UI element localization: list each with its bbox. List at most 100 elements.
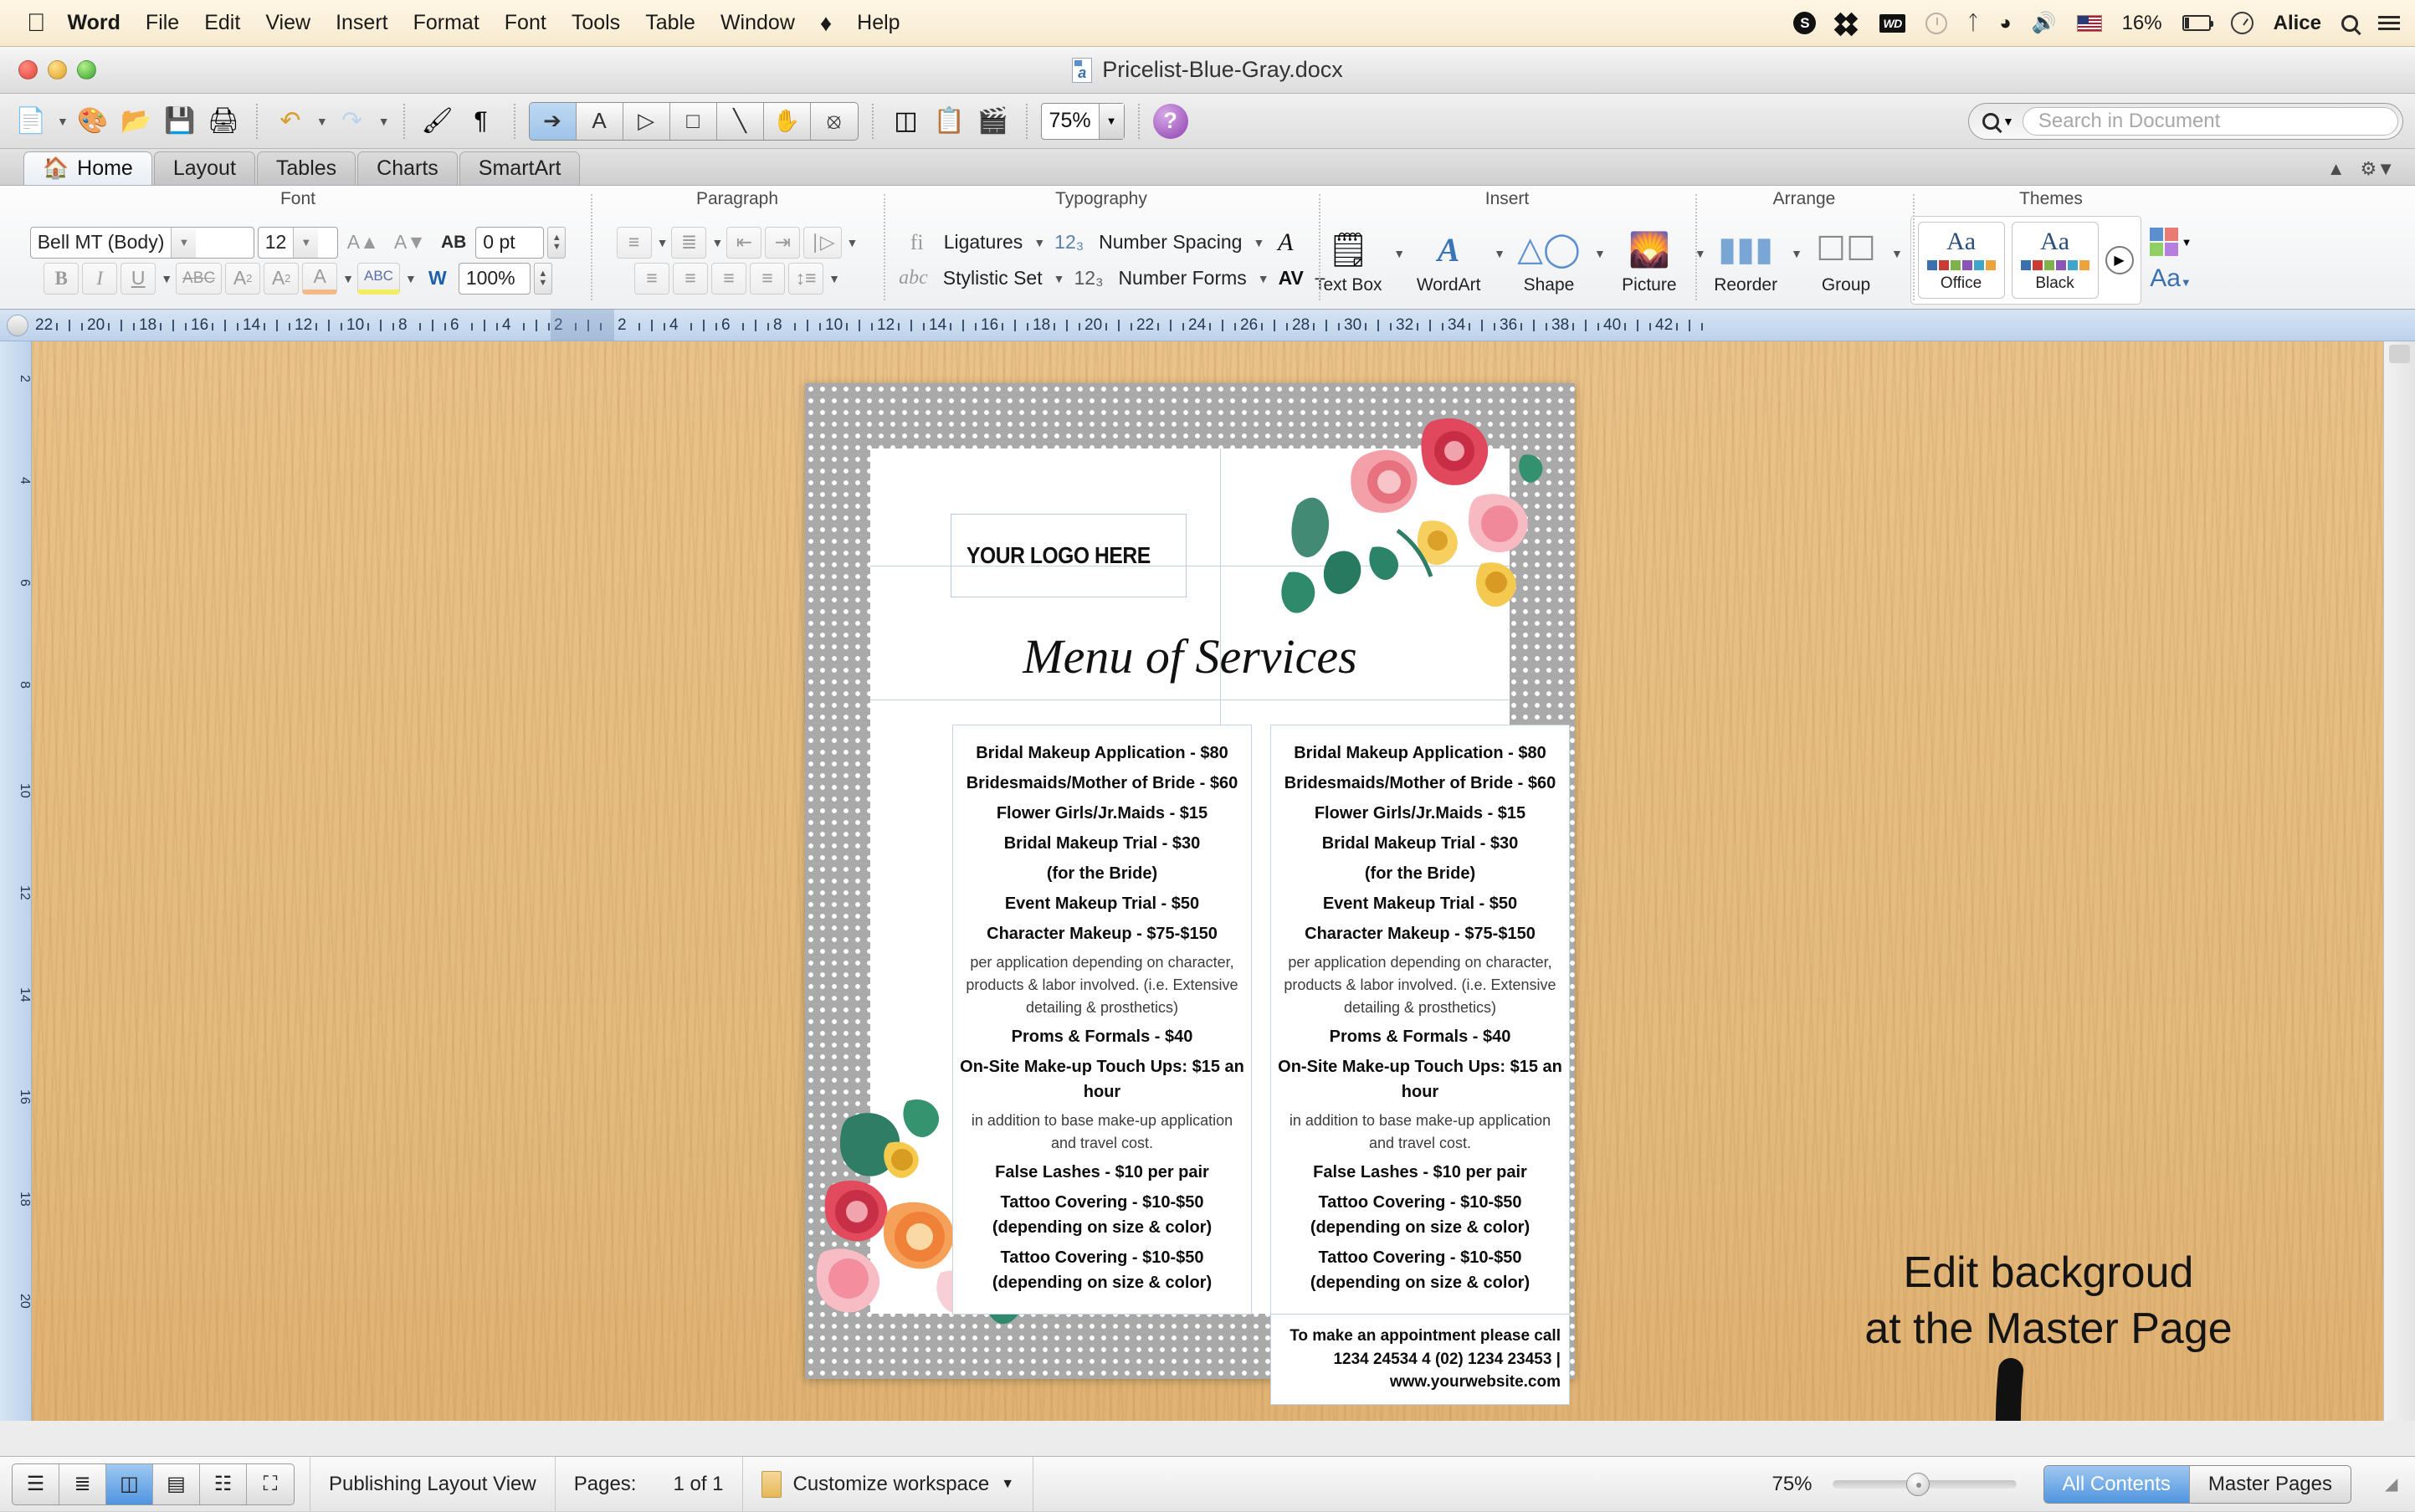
toolbox-icon[interactable]: 📋	[931, 102, 969, 141]
reorder-button[interactable]: ▮▮▮ Reorder	[1705, 225, 1786, 295]
zoom-slider[interactable]	[1832, 1472, 2017, 1496]
horizontal-scale-stepper[interactable]: ▲ ▼	[533, 262, 552, 295]
font-size-dropdown-icon[interactable]: ▼	[293, 227, 319, 258]
customize-workspace-cell[interactable]: Customize workspace ▼	[743, 1456, 1034, 1512]
reorder-dropdown-icon[interactable]: ▼	[1791, 247, 1802, 260]
document-canvas[interactable]: YOUR LOGO HERE Menu of Services Bridal M…	[32, 341, 2383, 1421]
redo-dropdown-icon[interactable]: ▼	[378, 115, 390, 128]
undo-icon[interactable]: ↶	[271, 102, 310, 141]
time-machine-icon[interactable]	[2230, 12, 2253, 34]
tab-home[interactable]: 🏠 Home	[23, 151, 152, 185]
text-direction-dropdown-icon[interactable]: ▼	[847, 236, 859, 249]
zoom-level-field[interactable]: 75% ▼	[1040, 102, 1125, 140]
shape-tool-icon[interactable]: □	[670, 102, 717, 140]
menu-item-table[interactable]: Table	[645, 11, 695, 35]
all-contents-button[interactable]: All Contents	[2043, 1465, 2190, 1503]
appointment-box[interactable]: To make an appointment please call 1234 2…	[1270, 1314, 1570, 1405]
menu-item-font[interactable]: Font	[505, 11, 546, 35]
theme-office-card[interactable]: Aa Office	[1917, 222, 2005, 299]
wifi-icon[interactable]: ◕	[1999, 13, 2012, 33]
insert-shape-button[interactable]: △◯ Shape	[1509, 225, 1589, 295]
clock-icon[interactable]	[1925, 12, 1947, 34]
superscript-button[interactable]: A2	[225, 262, 261, 295]
character-spacing-stepper[interactable]: ▲ ▼	[547, 226, 567, 259]
decrease-indent-button[interactable]: ⇤	[726, 226, 762, 259]
bullets-button[interactable]: ≡	[616, 226, 652, 259]
media-browser-icon[interactable]: 🎬	[974, 102, 1013, 141]
text-box-tool-icon[interactable]: A	[577, 102, 623, 140]
font-color-button[interactable]: A	[302, 262, 338, 295]
line-spacing-dropdown-icon[interactable]: ▼	[828, 272, 840, 285]
zoom-level-dropdown-icon[interactable]: ▼	[1098, 103, 1124, 139]
character-spacing-icon[interactable]: AB	[435, 227, 472, 259]
print-layout-view-icon[interactable]: ▤	[153, 1463, 200, 1504]
horizontal-ruler[interactable]: 22 20 18 16 14 12 10 8 6 4 2 2 4 6 8 10 12 14 16 18 20 22 24 26…	[0, 310, 2415, 341]
menu-item-file[interactable]: File	[146, 11, 179, 35]
vertical-ruler[interactable]: 2 4 6 8 10 12 14 16 18 20	[0, 341, 32, 1421]
document-page[interactable]: YOUR LOGO HERE Menu of Services Bridal M…	[805, 383, 1575, 1405]
italic-button[interactable]: I	[82, 262, 118, 295]
redo-icon[interactable]: ↷	[333, 102, 372, 141]
rotate-tool-icon[interactable]: ⦻	[811, 103, 858, 140]
text-direction-button[interactable]: ∣▷	[803, 226, 842, 259]
undo-dropdown-icon[interactable]: ▼	[316, 115, 328, 128]
numbering-dropdown-icon[interactable]: ▼	[711, 236, 723, 249]
bullets-dropdown-icon[interactable]: ▼	[657, 236, 669, 249]
dropbox-icon[interactable]	[1834, 12, 1859, 36]
numbering-button[interactable]: ≣	[671, 226, 707, 259]
line-spacing-button[interactable]: ↕≡	[788, 262, 824, 295]
font-family-field[interactable]: Bell MT (Body) ▼	[29, 226, 254, 259]
ribbon-settings-icon[interactable]: ⚙▼	[2361, 158, 2396, 180]
user-name-label[interactable]: Alice	[2274, 13, 2321, 33]
shrink-font-button[interactable]: A ▼	[388, 227, 432, 259]
underline-dropdown-icon[interactable]: ▼	[161, 272, 172, 285]
resize-grip-icon[interactable]: ◢	[2385, 1474, 2407, 1495]
zoom-slider-knob[interactable]	[1905, 1472, 1930, 1496]
tab-tables[interactable]: Tables	[256, 151, 356, 185]
number-spacing-dropdown-icon[interactable]: ▼	[1253, 236, 1264, 249]
scroll-up-button[interactable]	[2389, 345, 2410, 363]
font-color-dropdown-icon[interactable]: ▼	[342, 272, 354, 285]
notification-center-icon[interactable]	[2378, 16, 2400, 30]
save-icon[interactable]: 💾	[161, 102, 199, 141]
align-left-button[interactable]: ≡	[634, 262, 670, 295]
horizontal-scale-icon[interactable]: W	[420, 263, 455, 295]
wd-icon[interactable]: WD	[1879, 13, 1905, 33]
menu-item-insert[interactable]: Insert	[336, 11, 388, 35]
new-document-icon[interactable]: 📄	[12, 102, 50, 141]
outline-view-icon[interactable]: ≣	[59, 1463, 106, 1504]
kerning-button[interactable]: AV	[1273, 263, 1310, 295]
wordart-dropdown-icon[interactable]: ▼	[1494, 247, 1505, 260]
sidebar-icon[interactable]: ◫	[887, 102, 925, 141]
new-document-dropdown-icon[interactable]: ▼	[57, 115, 69, 128]
menu-item-window[interactable]: Window	[720, 11, 795, 35]
menu-item-tools[interactable]: Tools	[572, 11, 620, 35]
open-folder-icon[interactable]: 📂	[117, 102, 156, 141]
vertical-scrollbar[interactable]	[2383, 341, 2415, 1421]
volume-icon[interactable]: 🔊	[2032, 13, 2057, 33]
tab-charts[interactable]: Charts	[357, 151, 458, 185]
search-in-document-field[interactable]: ▼ Search in Document	[1968, 102, 2403, 140]
line-tool-icon[interactable]: ╲	[717, 102, 764, 140]
subscript-button[interactable]: A2	[264, 262, 300, 295]
search-input[interactable]: Search in Document	[2022, 106, 2398, 136]
format-painter-icon[interactable]: 🖌	[418, 102, 457, 141]
strikethrough-button[interactable]: ABC	[176, 262, 223, 295]
stylistic-set-button[interactable]: Stylistic Set	[937, 263, 1049, 295]
bluetooth-icon[interactable]: ᛏ	[1967, 13, 1979, 33]
template-gallery-icon[interactable]: 🎨	[74, 102, 112, 141]
hand-tool-icon[interactable]: ✋	[764, 102, 811, 140]
menu-item-edit[interactable]: Edit	[204, 11, 240, 35]
number-spacing-button[interactable]: Number Spacing	[1093, 227, 1248, 259]
increase-indent-button[interactable]: ⇥	[765, 226, 801, 259]
show-paragraph-marks-icon[interactable]: ¶	[462, 102, 500, 141]
stylistic-set-dropdown-icon[interactable]: ▼	[1054, 272, 1065, 285]
publishing-layout-view-icon[interactable]: ◫	[106, 1463, 153, 1504]
focus-view-icon[interactable]: ⛶	[247, 1464, 294, 1504]
underline-button[interactable]: U	[120, 262, 156, 295]
price-column-left[interactable]: Bridal Makeup Application - $80 Bridesmai…	[952, 725, 1252, 1315]
notebook-layout-view-icon[interactable]: ☷	[200, 1463, 247, 1504]
justify-button[interactable]: ≡	[750, 262, 786, 295]
character-spacing-field[interactable]: 0 pt	[475, 226, 545, 259]
number-forms-dropdown-icon[interactable]: ▼	[1258, 272, 1269, 285]
